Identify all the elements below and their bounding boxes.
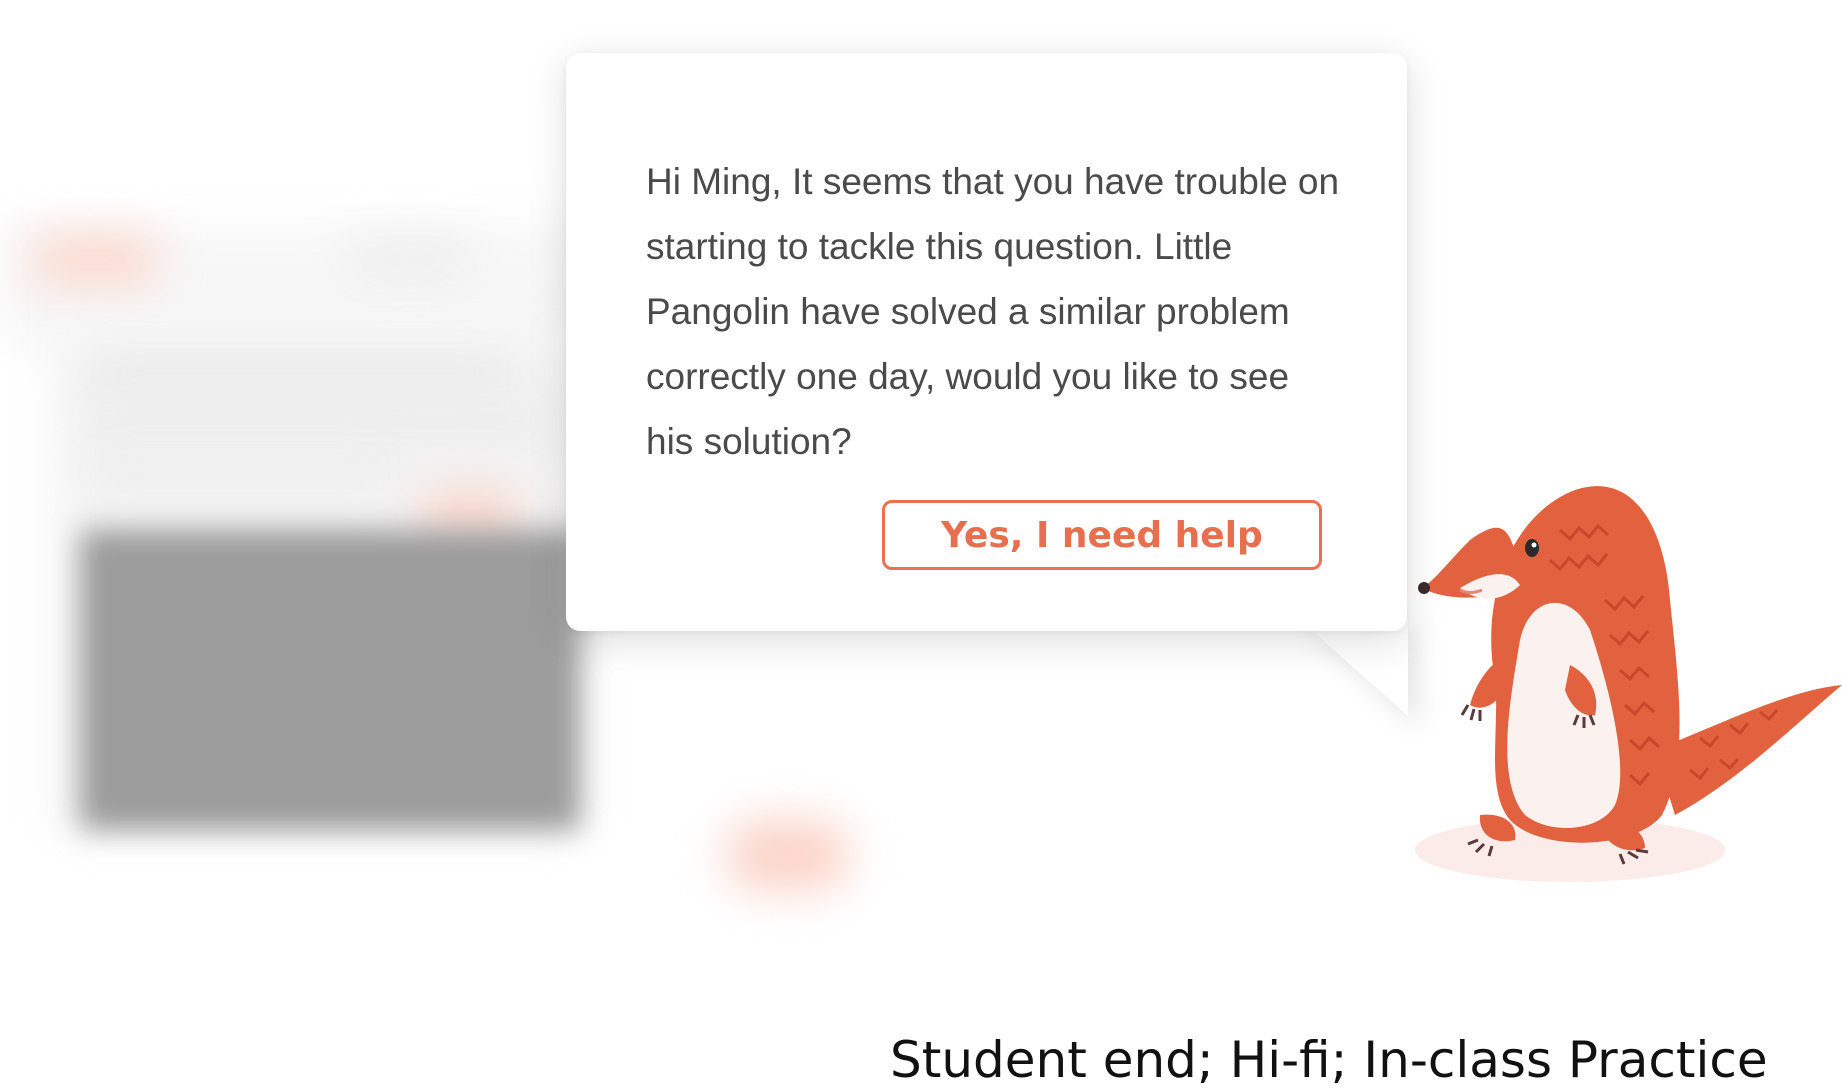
help-suggestion-dialog: Hi Ming, It seems that you have trouble …: [566, 53, 1407, 631]
blurred-answer-panel: [80, 530, 580, 830]
need-help-button[interactable]: Yes, I need help: [882, 500, 1322, 570]
blurred-tab: [350, 240, 470, 280]
help-message: Hi Ming, It seems that you have trouble …: [646, 161, 1340, 462]
blurred-header: [0, 225, 620, 345]
pangolin-mascot-icon: [1415, 486, 1842, 882]
blurred-logo: [30, 235, 160, 285]
blurred-text-line: [90, 460, 390, 486]
blurred-text-line: [90, 410, 550, 436]
blurred-submit-button: [725, 820, 850, 890]
speech-bubble-tail: [1300, 620, 1408, 716]
blurred-text-line: [90, 360, 510, 386]
blurred-accent-badge: [420, 495, 520, 535]
blurred-question-card: [55, 330, 585, 830]
design-caption: Student end; Hi-fi; In-class Practice: [890, 1031, 1768, 1089]
